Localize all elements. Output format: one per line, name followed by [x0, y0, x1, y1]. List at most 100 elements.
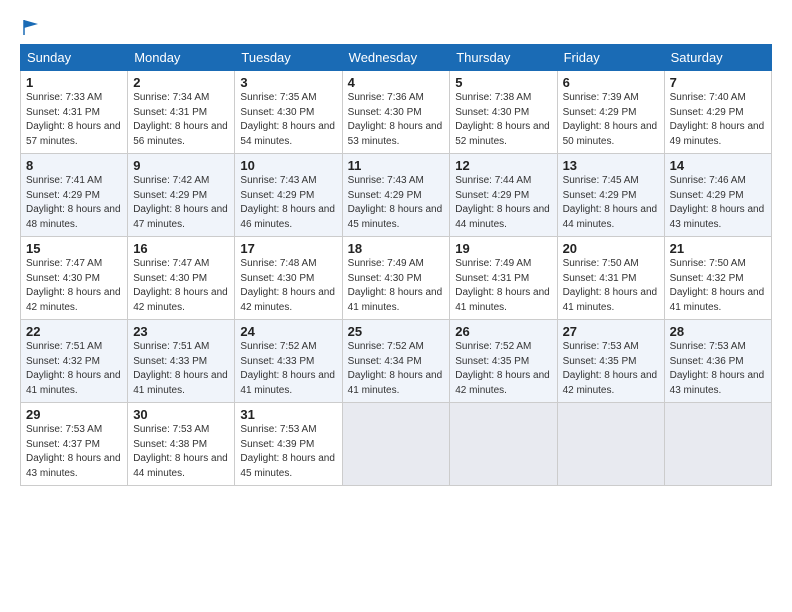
- calendar-cell: 27Sunrise: 7:53 AM Sunset: 4:35 PM Dayli…: [557, 320, 664, 403]
- calendar-cell: 8Sunrise: 7:41 AM Sunset: 4:29 PM Daylig…: [21, 154, 128, 237]
- day-info: Sunrise: 7:52 AM Sunset: 4:35 PM Dayligh…: [455, 340, 551, 398]
- calendar-cell: 15Sunrise: 7:47 AM Sunset: 4:30 PM Dayli…: [21, 237, 128, 320]
- page: SundayMondayTuesdayWednesdayThursdayFrid…: [0, 0, 792, 496]
- calendar-cell: 4Sunrise: 7:36 AM Sunset: 4:30 PM Daylig…: [342, 71, 450, 154]
- header: [20, 18, 772, 36]
- calendar-cell: 29Sunrise: 7:53 AM Sunset: 4:37 PM Dayli…: [21, 403, 128, 486]
- day-info: Sunrise: 7:50 AM Sunset: 4:32 PM Dayligh…: [670, 257, 766, 315]
- day-number: 14: [670, 158, 766, 173]
- calendar-cell: 11Sunrise: 7:43 AM Sunset: 4:29 PM Dayli…: [342, 154, 450, 237]
- day-info: Sunrise: 7:43 AM Sunset: 4:29 PM Dayligh…: [240, 174, 336, 232]
- day-number: 10: [240, 158, 336, 173]
- day-info: Sunrise: 7:41 AM Sunset: 4:29 PM Dayligh…: [26, 174, 122, 232]
- day-info: Sunrise: 7:52 AM Sunset: 4:34 PM Dayligh…: [348, 340, 445, 398]
- day-number: 8: [26, 158, 122, 173]
- weekday-header: Sunday: [21, 45, 128, 71]
- day-number: 3: [240, 75, 336, 90]
- day-info: Sunrise: 7:51 AM Sunset: 4:33 PM Dayligh…: [133, 340, 229, 398]
- day-info: Sunrise: 7:53 AM Sunset: 4:36 PM Dayligh…: [670, 340, 766, 398]
- calendar-cell: [342, 403, 450, 486]
- calendar-cell: [557, 403, 664, 486]
- calendar-week-row: 22Sunrise: 7:51 AM Sunset: 4:32 PM Dayli…: [21, 320, 772, 403]
- calendar-cell: 23Sunrise: 7:51 AM Sunset: 4:33 PM Dayli…: [128, 320, 235, 403]
- day-number: 1: [26, 75, 122, 90]
- day-info: Sunrise: 7:48 AM Sunset: 4:30 PM Dayligh…: [240, 257, 336, 315]
- day-number: 29: [26, 407, 122, 422]
- calendar-cell: 17Sunrise: 7:48 AM Sunset: 4:30 PM Dayli…: [235, 237, 342, 320]
- day-info: Sunrise: 7:38 AM Sunset: 4:30 PM Dayligh…: [455, 91, 551, 149]
- day-info: Sunrise: 7:35 AM Sunset: 4:30 PM Dayligh…: [240, 91, 336, 149]
- calendar-cell: 20Sunrise: 7:50 AM Sunset: 4:31 PM Dayli…: [557, 237, 664, 320]
- calendar-week-row: 8Sunrise: 7:41 AM Sunset: 4:29 PM Daylig…: [21, 154, 772, 237]
- calendar-cell: [450, 403, 557, 486]
- day-number: 22: [26, 324, 122, 339]
- day-info: Sunrise: 7:53 AM Sunset: 4:37 PM Dayligh…: [26, 423, 122, 481]
- day-info: Sunrise: 7:49 AM Sunset: 4:31 PM Dayligh…: [455, 257, 551, 315]
- day-info: Sunrise: 7:36 AM Sunset: 4:30 PM Dayligh…: [348, 91, 445, 149]
- day-info: Sunrise: 7:42 AM Sunset: 4:29 PM Dayligh…: [133, 174, 229, 232]
- day-number: 7: [670, 75, 766, 90]
- calendar-cell: 16Sunrise: 7:47 AM Sunset: 4:30 PM Dayli…: [128, 237, 235, 320]
- calendar-cell: 2Sunrise: 7:34 AM Sunset: 4:31 PM Daylig…: [128, 71, 235, 154]
- day-number: 11: [348, 158, 445, 173]
- day-number: 30: [133, 407, 229, 422]
- day-number: 26: [455, 324, 551, 339]
- day-info: Sunrise: 7:39 AM Sunset: 4:29 PM Dayligh…: [563, 91, 659, 149]
- calendar-cell: 25Sunrise: 7:52 AM Sunset: 4:34 PM Dayli…: [342, 320, 450, 403]
- calendar-cell: 12Sunrise: 7:44 AM Sunset: 4:29 PM Dayli…: [450, 154, 557, 237]
- weekday-header: Friday: [557, 45, 664, 71]
- calendar-cell: 18Sunrise: 7:49 AM Sunset: 4:30 PM Dayli…: [342, 237, 450, 320]
- day-info: Sunrise: 7:49 AM Sunset: 4:30 PM Dayligh…: [348, 257, 445, 315]
- calendar-week-row: 29Sunrise: 7:53 AM Sunset: 4:37 PM Dayli…: [21, 403, 772, 486]
- day-info: Sunrise: 7:53 AM Sunset: 4:38 PM Dayligh…: [133, 423, 229, 481]
- calendar-cell: 3Sunrise: 7:35 AM Sunset: 4:30 PM Daylig…: [235, 71, 342, 154]
- logo-flag-icon: [22, 18, 40, 36]
- day-number: 18: [348, 241, 445, 256]
- calendar-cell: 9Sunrise: 7:42 AM Sunset: 4:29 PM Daylig…: [128, 154, 235, 237]
- day-number: 24: [240, 324, 336, 339]
- weekday-header: Thursday: [450, 45, 557, 71]
- day-info: Sunrise: 7:50 AM Sunset: 4:31 PM Dayligh…: [563, 257, 659, 315]
- day-number: 4: [348, 75, 445, 90]
- weekday-header: Saturday: [664, 45, 771, 71]
- day-number: 31: [240, 407, 336, 422]
- weekday-header: Wednesday: [342, 45, 450, 71]
- calendar-cell: 6Sunrise: 7:39 AM Sunset: 4:29 PM Daylig…: [557, 71, 664, 154]
- day-info: Sunrise: 7:45 AM Sunset: 4:29 PM Dayligh…: [563, 174, 659, 232]
- day-number: 12: [455, 158, 551, 173]
- day-number: 15: [26, 241, 122, 256]
- day-number: 13: [563, 158, 659, 173]
- calendar-cell: 10Sunrise: 7:43 AM Sunset: 4:29 PM Dayli…: [235, 154, 342, 237]
- day-number: 6: [563, 75, 659, 90]
- day-number: 9: [133, 158, 229, 173]
- weekday-header: Tuesday: [235, 45, 342, 71]
- day-number: 27: [563, 324, 659, 339]
- calendar-week-row: 15Sunrise: 7:47 AM Sunset: 4:30 PM Dayli…: [21, 237, 772, 320]
- day-info: Sunrise: 7:47 AM Sunset: 4:30 PM Dayligh…: [133, 257, 229, 315]
- day-info: Sunrise: 7:44 AM Sunset: 4:29 PM Dayligh…: [455, 174, 551, 232]
- day-number: 23: [133, 324, 229, 339]
- calendar-cell: 28Sunrise: 7:53 AM Sunset: 4:36 PM Dayli…: [664, 320, 771, 403]
- day-info: Sunrise: 7:33 AM Sunset: 4:31 PM Dayligh…: [26, 91, 122, 149]
- day-number: 21: [670, 241, 766, 256]
- day-number: 28: [670, 324, 766, 339]
- calendar-cell: 24Sunrise: 7:52 AM Sunset: 4:33 PM Dayli…: [235, 320, 342, 403]
- day-info: Sunrise: 7:53 AM Sunset: 4:35 PM Dayligh…: [563, 340, 659, 398]
- calendar-cell: 30Sunrise: 7:53 AM Sunset: 4:38 PM Dayli…: [128, 403, 235, 486]
- calendar-table: SundayMondayTuesdayWednesdayThursdayFrid…: [20, 44, 772, 486]
- day-info: Sunrise: 7:53 AM Sunset: 4:39 PM Dayligh…: [240, 423, 336, 481]
- calendar-cell: 31Sunrise: 7:53 AM Sunset: 4:39 PM Dayli…: [235, 403, 342, 486]
- day-info: Sunrise: 7:47 AM Sunset: 4:30 PM Dayligh…: [26, 257, 122, 315]
- calendar-cell: 1Sunrise: 7:33 AM Sunset: 4:31 PM Daylig…: [21, 71, 128, 154]
- day-number: 16: [133, 241, 229, 256]
- logo: [20, 18, 40, 36]
- weekday-header-row: SundayMondayTuesdayWednesdayThursdayFrid…: [21, 45, 772, 71]
- calendar-cell: 19Sunrise: 7:49 AM Sunset: 4:31 PM Dayli…: [450, 237, 557, 320]
- calendar-week-row: 1Sunrise: 7:33 AM Sunset: 4:31 PM Daylig…: [21, 71, 772, 154]
- day-number: 5: [455, 75, 551, 90]
- calendar-cell: 13Sunrise: 7:45 AM Sunset: 4:29 PM Dayli…: [557, 154, 664, 237]
- calendar-cell: 21Sunrise: 7:50 AM Sunset: 4:32 PM Dayli…: [664, 237, 771, 320]
- calendar-cell: 14Sunrise: 7:46 AM Sunset: 4:29 PM Dayli…: [664, 154, 771, 237]
- day-number: 20: [563, 241, 659, 256]
- day-number: 17: [240, 241, 336, 256]
